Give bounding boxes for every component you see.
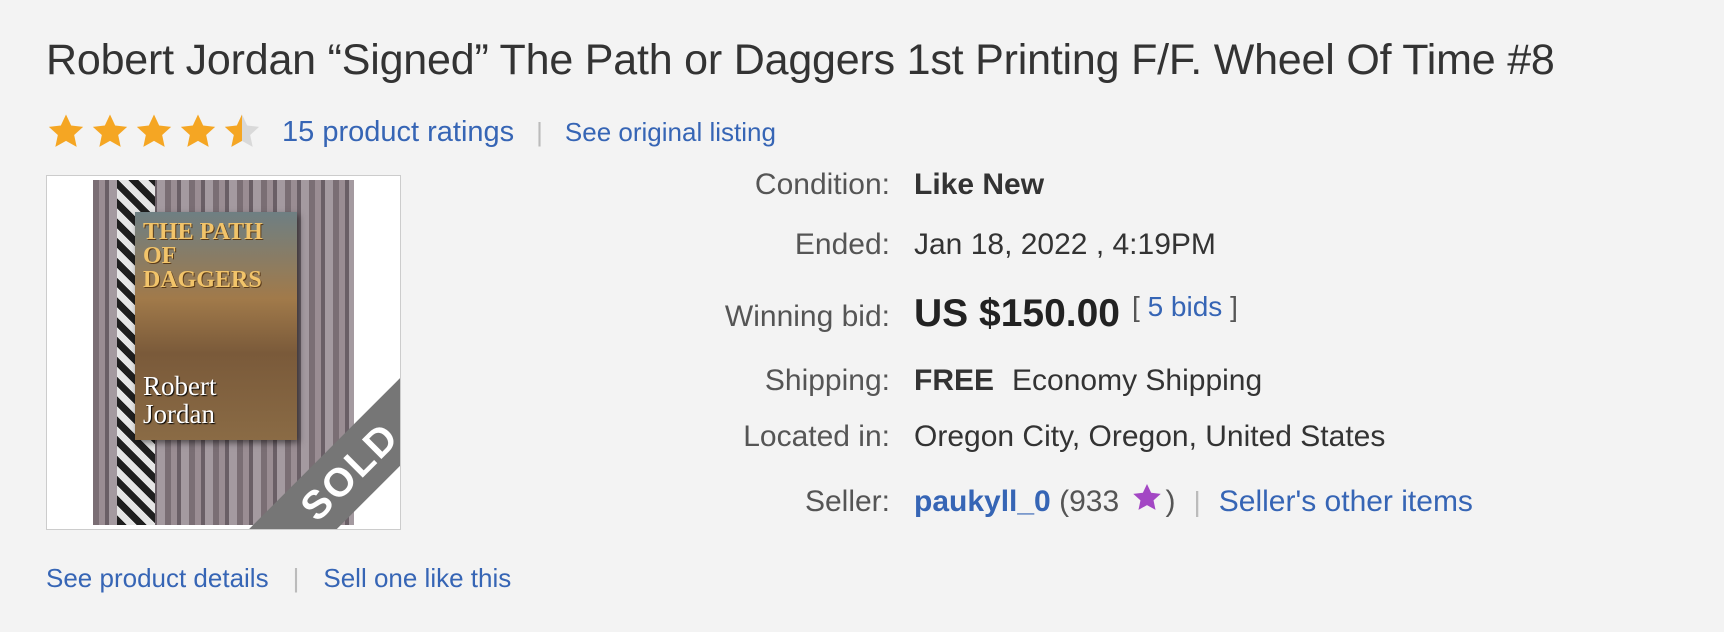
bid-history-link[interactable]: 5 bids <box>1148 291 1223 322</box>
condition-label: Condition: <box>754 168 890 201</box>
see-original-listing-link[interactable]: See original listing <box>565 117 776 148</box>
see-product-details-link[interactable]: See product details <box>46 563 269 594</box>
winning-bid-value: US $150.00 <box>914 292 1120 335</box>
ended-label: Ended: <box>794 228 890 261</box>
book-cover-author: Robert Jordan <box>143 371 217 429</box>
seller-paren-open: ( <box>1059 485 1070 518</box>
rating-row: 15 product ratings | See original listin… <box>46 110 776 154</box>
sell-one-like-this-link[interactable]: Sell one like this <box>323 563 511 594</box>
seller-label: Seller: <box>804 485 890 518</box>
seller-other-items-link[interactable]: Seller's other items <box>1219 485 1473 519</box>
star-full-icon <box>180 114 216 147</box>
winning-bid-label: Winning bid: <box>724 300 890 333</box>
bid-count: [ 5 bids ] <box>1132 291 1238 323</box>
condition-value: Like New <box>914 168 1045 201</box>
ended-value: Jan 18, 2022 , 4:19PM <box>914 228 1216 261</box>
product-ratings-link[interactable]: 15 product ratings <box>282 116 514 149</box>
separator: | <box>536 116 543 147</box>
seller-feedback-score[interactable]: 933 <box>1069 485 1119 518</box>
winning-bid-row: Winning bid: US $150.00 [ 5 bids ] <box>600 291 1238 336</box>
star-full-icon <box>136 114 172 147</box>
separator: | <box>292 563 300 593</box>
seller-paren-close: ) <box>1165 485 1176 518</box>
shipping-row: Shipping: FREE Economy Shipping <box>600 364 1262 398</box>
seller-name-link[interactable]: paukyll_0 <box>914 485 1051 518</box>
bottom-links: See product details | Sell one like this <box>46 563 511 594</box>
location-label: Located in: <box>743 420 890 453</box>
bids-bracket-open: [ <box>1132 291 1140 322</box>
feedback-star-icon <box>1132 484 1161 510</box>
condition-row: Condition: Like New <box>600 168 1044 202</box>
star-rating <box>46 112 266 152</box>
book-cover-title: THE PATH OF DAGGERS <box>143 219 263 293</box>
seller-info: paukyll_0 (933 ) <box>914 482 1176 519</box>
star-full-icon <box>92 114 128 147</box>
bids-bracket-close: ] <box>1230 291 1238 322</box>
separator: | <box>1193 486 1201 517</box>
seller-row: Seller: paukyll_0 (933 ) | Seller's othe… <box>600 482 1473 519</box>
star-half-icon <box>224 114 260 147</box>
ended-row: Ended: Jan 18, 2022 , 4:19PM <box>600 228 1216 262</box>
item-title: Robert Jordan “Signed” The Path or Dagge… <box>46 36 1555 84</box>
location-row: Located in: Oregon City, Oregon, United … <box>600 420 1385 454</box>
shipping-label: Shipping: <box>764 364 890 397</box>
item-photo[interactable]: THE PATH OF DAGGERS Robert Jordan SOLD <box>46 175 401 530</box>
shipping-method: Economy Shipping <box>1012 364 1263 397</box>
shipping-free: FREE <box>914 364 995 397</box>
star-full-icon <box>48 114 84 147</box>
book-cover: THE PATH OF DAGGERS Robert Jordan <box>135 212 297 440</box>
location-value: Oregon City, Oregon, United States <box>914 420 1386 453</box>
